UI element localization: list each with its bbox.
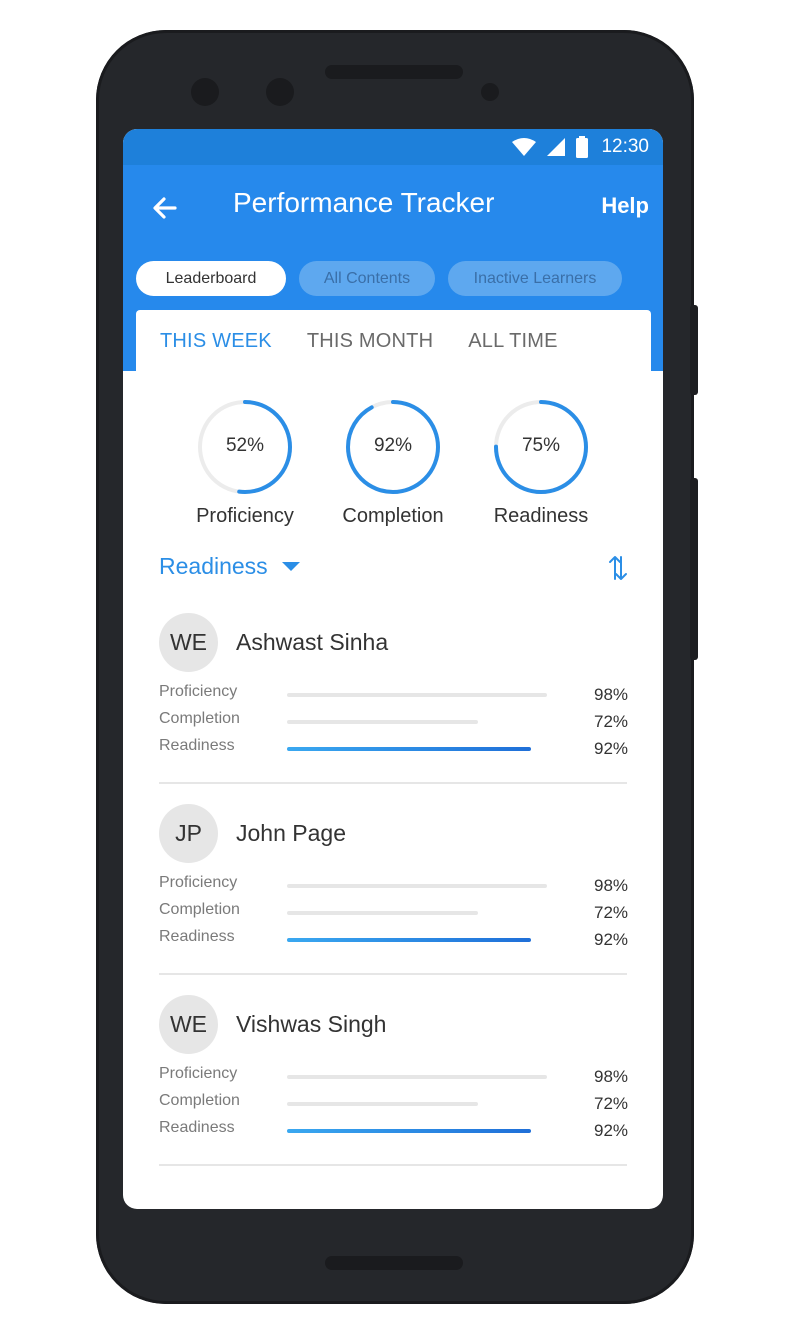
proficiency-bar: [287, 1075, 547, 1079]
front-camera: [191, 78, 219, 106]
app-screen: 12:30 Performance Tracker Help Leaderboa…: [123, 129, 663, 1209]
avatar: JP: [159, 804, 218, 863]
metric-value: 72%: [594, 712, 629, 731]
metric-label: Readiness: [159, 1119, 235, 1136]
status-bar: 12:30: [123, 129, 663, 165]
status-time: 12:30: [601, 136, 649, 157]
front-sensor: [266, 78, 294, 106]
proficiency-ring: 52% Proficiency: [185, 397, 305, 528]
page-title: Performance Tracker: [233, 187, 495, 218]
tab-leaderboard[interactable]: Leaderboard: [136, 261, 286, 296]
volume-button: [690, 478, 698, 660]
bottom-speaker: [325, 1256, 463, 1270]
completion-metric: Completion 72%: [159, 901, 629, 923]
wifi-icon: [512, 138, 537, 156]
proficiency-bar: [287, 884, 547, 888]
avatar: WE: [159, 613, 218, 672]
metric-value: 98%: [594, 1067, 629, 1086]
completion-bar: [287, 720, 478, 724]
readiness-ring: 75% Readiness: [481, 397, 601, 528]
readiness-label: Readiness: [493, 505, 589, 527]
view-tabs: Leaderboard All Contents Inactive Learne…: [136, 261, 622, 296]
completion-ring: 92% Completion: [333, 397, 453, 528]
completion-bar: [287, 911, 478, 915]
proficiency-metric: Proficiency 98%: [159, 683, 629, 705]
metric-value: 92%: [594, 1121, 629, 1140]
readiness-value: 75%: [521, 435, 561, 456]
battery-icon: [576, 136, 589, 158]
signal-icon: [547, 138, 566, 156]
completion-metric: Completion 72%: [159, 710, 629, 732]
period-this-month[interactable]: THIS MONTH: [307, 330, 433, 353]
metric-label: Readiness: [159, 737, 235, 754]
caret-down-icon: [281, 562, 300, 571]
readiness-bar: [287, 1129, 531, 1133]
back-arrow-icon[interactable]: [149, 191, 183, 225]
period-this-week[interactable]: THIS WEEK: [160, 330, 272, 353]
metric-value: 92%: [594, 739, 629, 758]
metric-value: 98%: [594, 876, 629, 895]
metric-label: Completion: [159, 710, 240, 727]
sort-dropdown[interactable]: Readiness: [159, 553, 300, 580]
avatar: WE: [159, 995, 218, 1054]
readiness-bar: [287, 938, 531, 942]
learner-card[interactable]: WE Vishwas Singh Proficiency 98% Complet…: [159, 975, 629, 1166]
proficiency-bar: [287, 693, 547, 697]
readiness-metric: Readiness 92%: [159, 928, 629, 950]
proficiency-metric: Proficiency 98%: [159, 1065, 629, 1087]
metric-label: Completion: [159, 1092, 240, 1109]
learner-name: Vishwas Singh: [236, 1011, 387, 1037]
metric-value: 72%: [594, 903, 629, 922]
app-bar: Performance Tracker Help Leaderboard All…: [123, 165, 663, 372]
completion-value: 92%: [373, 435, 413, 456]
sort-row: Readiness: [123, 541, 663, 593]
learner-name: Ashwast Sinha: [236, 629, 389, 655]
metric-value: 72%: [594, 1094, 629, 1113]
readiness-metric: Readiness 92%: [159, 1119, 629, 1141]
proficiency-label: Proficiency: [196, 505, 294, 527]
metric-label: Proficiency: [159, 1065, 238, 1082]
tab-inactive-learners[interactable]: Inactive Learners: [448, 261, 622, 296]
help-button[interactable]: Help: [601, 193, 649, 219]
sort-order-icon[interactable]: [607, 553, 629, 583]
metric-value: 98%: [594, 685, 629, 704]
learner-card[interactable]: WE Ashwast Sinha Proficiency 98% Complet…: [159, 593, 629, 784]
period-filter: THIS WEEK THIS MONTH ALL TIME: [136, 310, 651, 372]
proficiency-metric: Proficiency 98%: [159, 874, 629, 896]
metric-value: 92%: [594, 930, 629, 949]
proficiency-value: 52%: [225, 435, 265, 456]
learner-card[interactable]: JP John Page Proficiency 98% Completion …: [159, 784, 629, 975]
metric-label: Proficiency: [159, 683, 238, 700]
completion-bar: [287, 1102, 478, 1106]
proximity-sensor: [481, 83, 499, 101]
sort-dropdown-label: Readiness: [159, 553, 268, 579]
metric-label: Completion: [159, 901, 240, 918]
readiness-bar: [287, 747, 531, 751]
completion-label: Completion: [342, 505, 444, 527]
period-all-time[interactable]: ALL TIME: [468, 330, 557, 353]
completion-metric: Completion 72%: [159, 1092, 629, 1114]
readiness-metric: Readiness 92%: [159, 737, 629, 759]
power-button: [690, 305, 698, 395]
learner-name: John Page: [236, 820, 346, 846]
tab-all-contents[interactable]: All Contents: [299, 261, 435, 296]
summary-rings: 52% Proficiency 92% Completion 75% Readi…: [123, 371, 663, 541]
metric-label: Readiness: [159, 928, 235, 945]
earpiece-speaker: [325, 65, 463, 79]
metric-label: Proficiency: [159, 874, 238, 891]
